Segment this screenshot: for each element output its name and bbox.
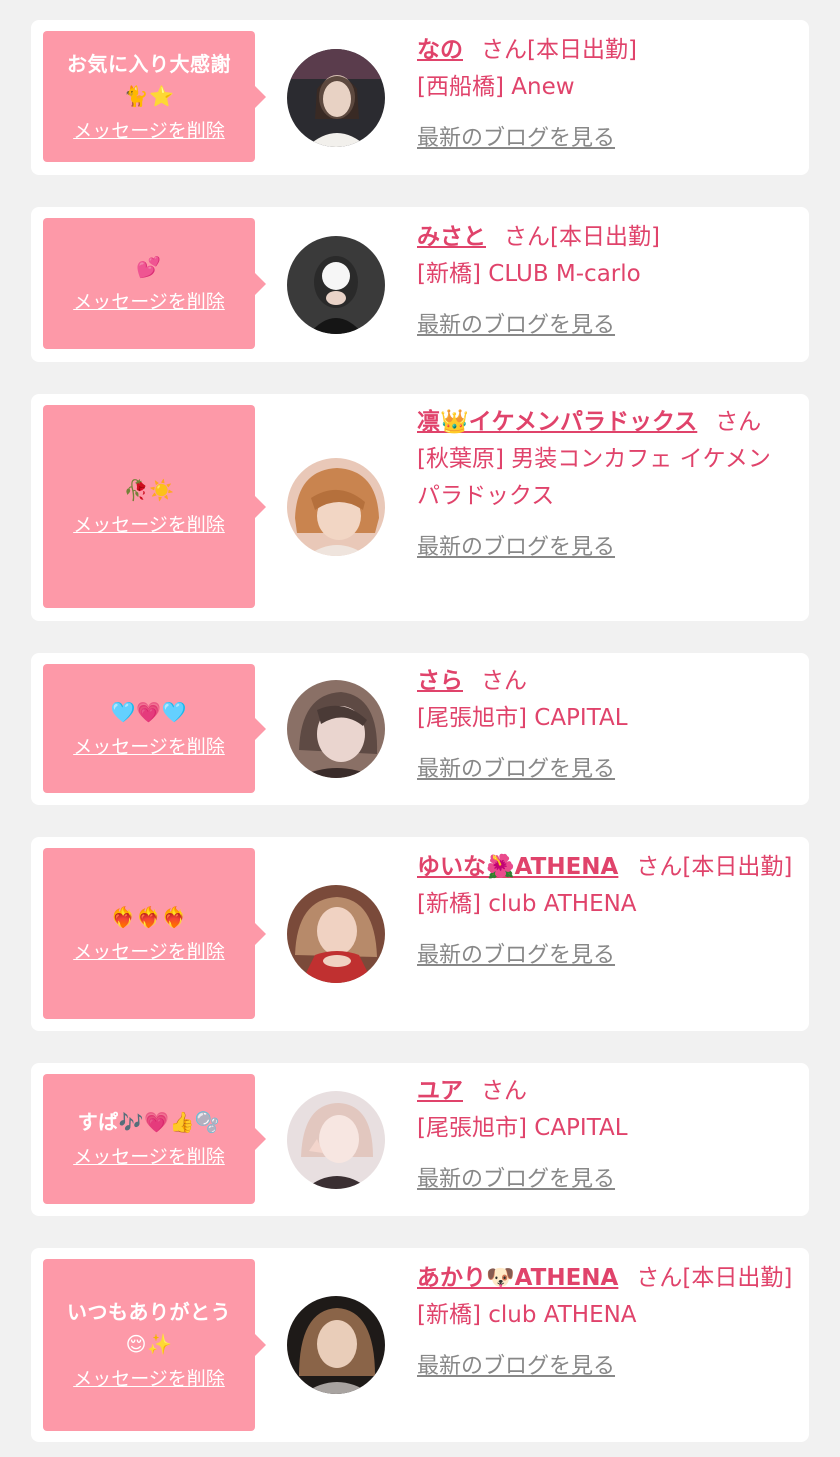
honorific: さん[本日出勤] bbox=[636, 1265, 793, 1291]
girl-info: さら さん [尾張旭市] CAPITAL 最新のブログを見る bbox=[417, 663, 793, 788]
message-bubble: お気に入り大感謝 🐈⭐ メッセージを削除 bbox=[43, 31, 266, 162]
girl-name-link[interactable]: ユア bbox=[417, 1078, 463, 1104]
latest-blog-link[interactable]: 最新のブログを見る bbox=[417, 120, 615, 157]
delete-message-link[interactable]: メッセージを削除 bbox=[73, 287, 225, 317]
favorite-card: 🥀☀️ メッセージを削除 凛👑イケメンパラドックス さん [秋葉原] 男装コンカフ… bbox=[31, 394, 809, 621]
girl-name-link[interactable]: みさと bbox=[417, 224, 486, 250]
shop-label: [新橋] CLUB M-carlo bbox=[417, 261, 641, 287]
message-text: 🥀☀️ bbox=[123, 477, 175, 502]
favorite-card: いつもありがとう 😌✨ メッセージを削除 あかり🐶ATHENA さん[本日出勤] … bbox=[31, 1248, 809, 1442]
honorific: さん bbox=[481, 668, 527, 694]
favorite-card: ❤️‍🔥❤️‍🔥❤️‍🔥 メッセージを削除 ゆいな🌺ATHENA さん[本日出勤]… bbox=[31, 837, 809, 1031]
honorific: さん[本日出勤] bbox=[636, 854, 793, 880]
shop-label: [新橋] club ATHENA bbox=[417, 891, 637, 917]
delete-message-link[interactable]: メッセージを削除 bbox=[73, 116, 225, 146]
latest-blog-link[interactable]: 最新のブログを見る bbox=[417, 1161, 615, 1198]
latest-blog-link[interactable]: 最新のブログを見る bbox=[417, 529, 615, 566]
girl-name-link[interactable]: 凛👑イケメンパラドックス bbox=[417, 409, 697, 435]
girl-name-link[interactable]: さら bbox=[417, 668, 463, 694]
delete-message-link[interactable]: メッセージを削除 bbox=[73, 1142, 225, 1172]
avatar[interactable] bbox=[287, 1091, 385, 1189]
girl-name-link[interactable]: あかり🐶ATHENA bbox=[417, 1265, 618, 1291]
latest-blog-link[interactable]: 最新のブログを見る bbox=[417, 937, 615, 974]
message-text: ❤️‍🔥❤️‍🔥❤️‍🔥 bbox=[110, 904, 188, 929]
delete-message-link[interactable]: メッセージを削除 bbox=[73, 732, 225, 762]
message-bubble: 🥀☀️ メッセージを削除 bbox=[43, 405, 266, 608]
shop-label: [西船橋] Anew bbox=[417, 74, 575, 100]
favorite-card: お気に入り大感謝 🐈⭐ メッセージを削除 なの さん[本日出勤] [西船橋] An… bbox=[31, 20, 809, 175]
girl-info: みさと さん[本日出勤] [新橋] CLUB M-carlo 最新のブログを見る bbox=[417, 219, 793, 344]
message-text: すぱ🎶💗👍🫧 bbox=[77, 1110, 221, 1134]
latest-blog-link[interactable]: 最新のブログを見る bbox=[417, 307, 615, 344]
shop-label: [秋葉原] 男装コンカフェ イケメンパラドックス bbox=[417, 446, 771, 509]
shop-label: [尾張旭市] CAPITAL bbox=[417, 705, 628, 731]
shop-label: [新橋] club ATHENA bbox=[417, 1302, 637, 1328]
message-bubble: ❤️‍🔥❤️‍🔥❤️‍🔥 メッセージを削除 bbox=[43, 848, 266, 1019]
girl-info: ユア さん [尾張旭市] CAPITAL 最新のブログを見る bbox=[417, 1073, 793, 1198]
favorite-card: 💕 メッセージを削除 みさと さん[本日出勤] [新橋] CLUB M-carlo… bbox=[31, 207, 809, 362]
favorite-card: すぱ🎶💗👍🫧 メッセージを削除 ユア さん [尾張旭市] CAPITAL 最新のブ… bbox=[31, 1063, 809, 1216]
message-bubble: いつもありがとう 😌✨ メッセージを削除 bbox=[43, 1259, 266, 1431]
avatar[interactable] bbox=[287, 680, 385, 778]
girl-info: あかり🐶ATHENA さん[本日出勤] [新橋] club ATHENA 最新のブ… bbox=[417, 1260, 793, 1385]
girl-name-link[interactable]: ゆいな🌺ATHENA bbox=[417, 854, 618, 880]
avatar[interactable] bbox=[287, 458, 385, 556]
message-text: いつもありがとう 😌✨ bbox=[67, 1300, 231, 1356]
favorite-card: 🩵💗🩵 メッセージを削除 さら さん [尾張旭市] CAPITAL 最新のブログを… bbox=[31, 653, 809, 805]
girl-info: 凛👑イケメンパラドックス さん [秋葉原] 男装コンカフェ イケメンパラドックス … bbox=[417, 404, 793, 566]
message-text: お気に入り大感謝 🐈⭐ bbox=[67, 51, 231, 108]
honorific: さん bbox=[481, 1078, 527, 1104]
honorific: さん[本日出勤] bbox=[481, 37, 637, 63]
message-text: 🩵💗🩵 bbox=[110, 699, 188, 724]
honorific: さん bbox=[715, 409, 762, 435]
delete-message-link[interactable]: メッセージを削除 bbox=[73, 1364, 225, 1394]
girl-info: ゆいな🌺ATHENA さん[本日出勤] [新橋] club ATHENA 最新のブ… bbox=[417, 849, 793, 974]
latest-blog-link[interactable]: 最新のブログを見る bbox=[417, 751, 615, 788]
honorific: さん[本日出勤] bbox=[504, 224, 660, 250]
avatar[interactable] bbox=[287, 236, 385, 334]
message-bubble: 🩵💗🩵 メッセージを削除 bbox=[43, 664, 266, 793]
girl-info: なの さん[本日出勤] [西船橋] Anew 最新のブログを見る bbox=[417, 32, 793, 157]
message-text: 💕 bbox=[136, 254, 162, 279]
avatar[interactable] bbox=[287, 1296, 385, 1394]
latest-blog-link[interactable]: 最新のブログを見る bbox=[417, 1348, 615, 1385]
message-bubble: 💕 メッセージを削除 bbox=[43, 218, 266, 349]
girl-name-link[interactable]: なの bbox=[417, 37, 463, 63]
delete-message-link[interactable]: メッセージを削除 bbox=[73, 937, 225, 967]
avatar[interactable] bbox=[287, 885, 385, 983]
shop-label: [尾張旭市] CAPITAL bbox=[417, 1115, 628, 1141]
avatar[interactable] bbox=[287, 49, 385, 147]
message-bubble: すぱ🎶💗👍🫧 メッセージを削除 bbox=[43, 1074, 266, 1204]
delete-message-link[interactable]: メッセージを削除 bbox=[73, 510, 225, 540]
